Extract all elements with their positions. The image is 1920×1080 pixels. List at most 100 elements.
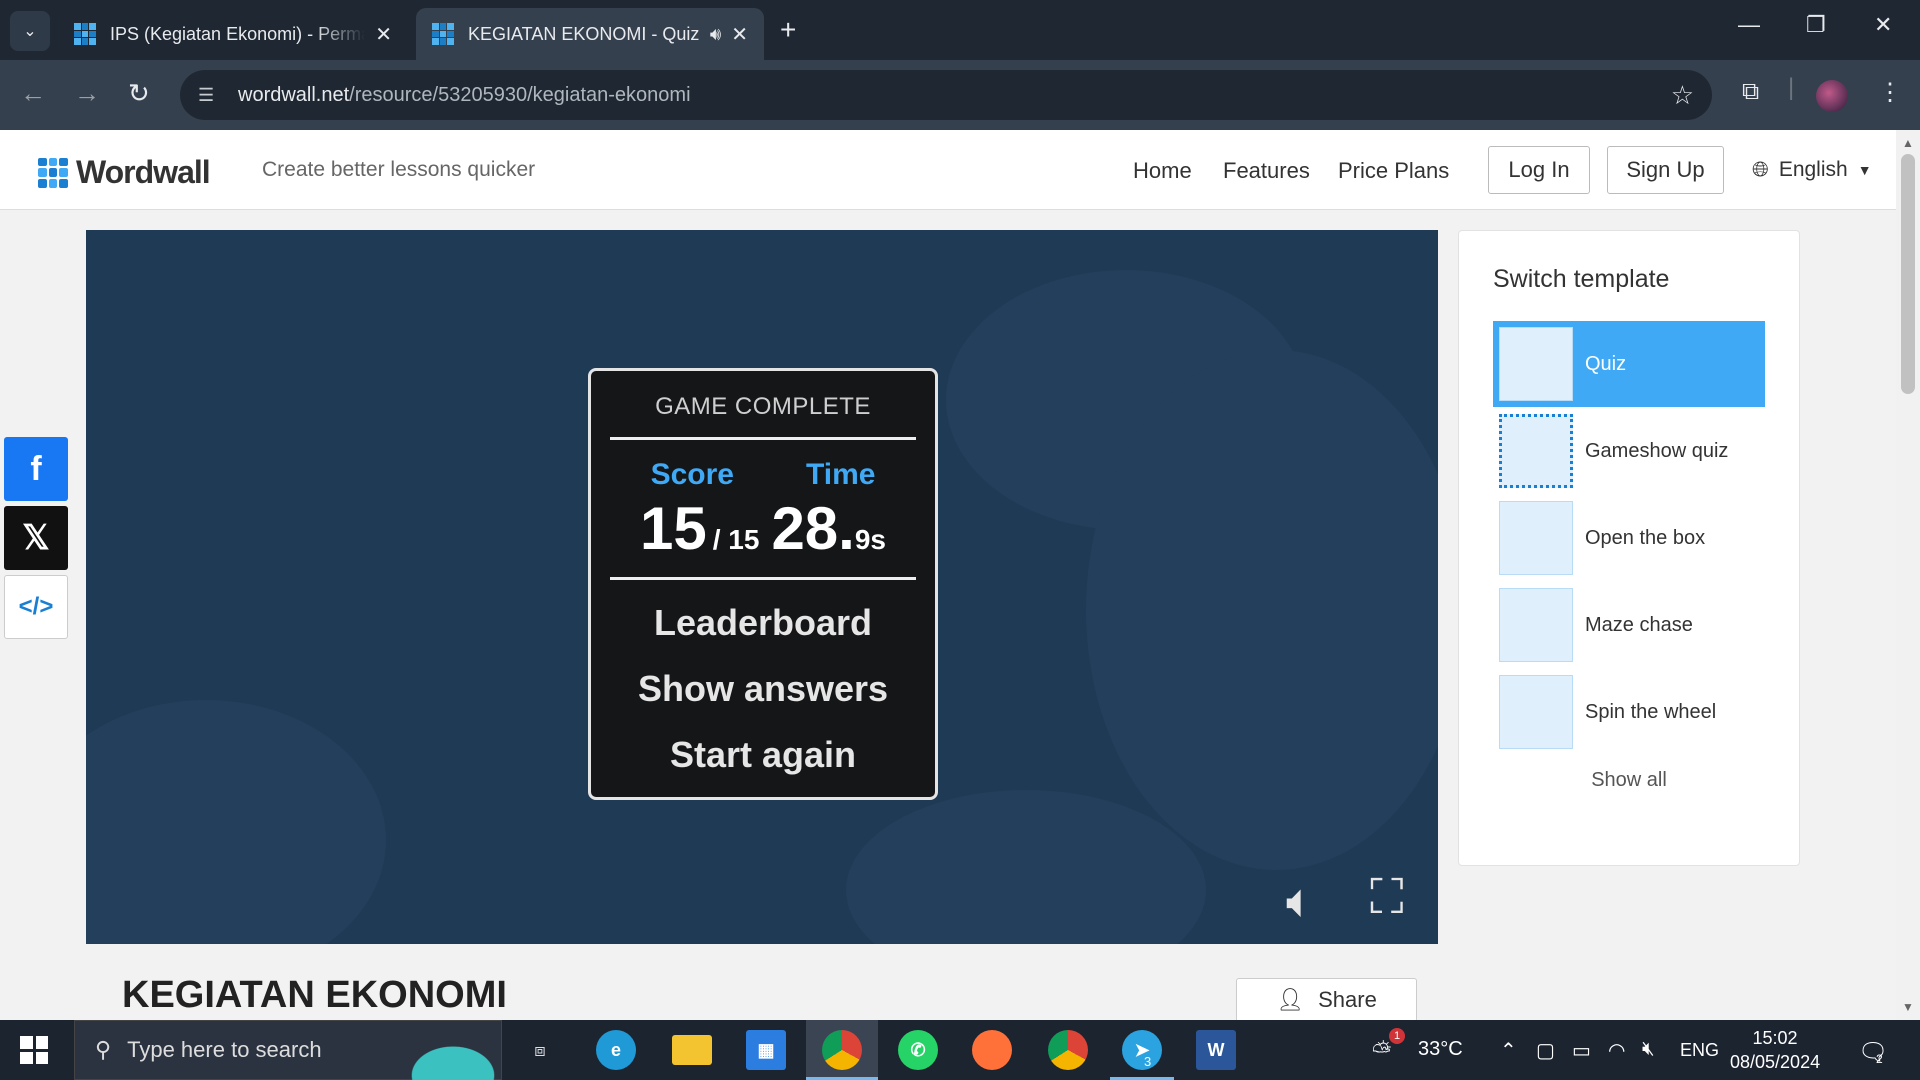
browser-tab-1[interactable]: IPS (Kegiatan Ekonomi) - Perma ✕	[58, 8, 408, 60]
wordwall-logo[interactable]: Wordwall	[38, 154, 211, 191]
close-icon[interactable]: ✕	[731, 22, 748, 47]
search-placeholder: Type here to search	[127, 1037, 322, 1062]
sidebar-title: Switch template	[1493, 265, 1670, 293]
language-label: English	[1778, 158, 1848, 181]
template-maze-chase[interactable]: Maze chase	[1493, 582, 1765, 668]
facebook-icon: f	[30, 449, 42, 488]
browser-tab-2[interactable]: KEGIATAN EKONOMI - Quiz 🔊︎ ✕	[416, 8, 764, 60]
template-quiz[interactable]: Quiz	[1493, 321, 1765, 407]
scroll-up-icon[interactable]: ▲	[1902, 136, 1914, 150]
time-fraction: 9s	[854, 524, 887, 555]
scroll-thumb[interactable]	[1901, 154, 1915, 394]
maze-chase-template-icon	[1499, 588, 1573, 662]
show-all-templates-link[interactable]: Show all	[1459, 769, 1799, 792]
activity-title: KEGIATAN EKONOMI	[122, 974, 507, 1016]
score-value: 15	[639, 495, 707, 562]
file-explorer-icon[interactable]	[672, 1035, 712, 1065]
new-tab-plus-icon[interactable]: +	[780, 14, 796, 46]
divider	[610, 437, 916, 440]
speaker-icon[interactable]: 🔊︎	[710, 24, 721, 45]
url-path: /resource/53205930/kegiatan-ekonomi	[349, 83, 691, 106]
facebook-share-button[interactable]: f	[4, 437, 68, 501]
nav-features[interactable]: Features	[1223, 158, 1310, 184]
nav-price-plans[interactable]: Price Plans	[1338, 158, 1449, 184]
wordwall-favicon-icon	[74, 23, 96, 45]
address-bar[interactable]: ☰ wordwall.net/resource/53205930/kegiata…	[180, 70, 1712, 120]
browser-menu-icon[interactable]: ⋮	[1878, 78, 1902, 107]
input-language[interactable]: ENG	[1680, 1040, 1719, 1061]
weather-icon[interactable]: ⛅︎	[1372, 1038, 1391, 1066]
background-cloud	[86, 700, 386, 944]
fullscreen-icon[interactable]: ⛶	[1370, 870, 1404, 926]
profile-avatar[interactable]	[1816, 80, 1848, 112]
share-label: Share	[1318, 987, 1377, 1012]
search-icon: ⚲	[95, 1037, 112, 1062]
user-share-icon: 👤︎	[1276, 987, 1305, 1012]
chrome-icon[interactable]	[822, 1030, 862, 1070]
clock-time: 15:02	[1752, 1028, 1798, 1048]
tab-title: KEGIATAN EKONOMI - Quiz	[468, 23, 700, 44]
time-value: 28.	[771, 495, 855, 562]
system-clock[interactable]: 15:02 08/05/2024	[1730, 1026, 1820, 1074]
page-scrollbar[interactable]: ▲ ▼	[1896, 130, 1920, 1020]
show-answers-button[interactable]: Show answers	[591, 668, 935, 710]
x-share-button[interactable]: 𝕏	[4, 506, 68, 570]
scroll-down-icon[interactable]: ▼	[1902, 1000, 1914, 1014]
logo-text: Wordwall	[76, 154, 211, 190]
word-icon[interactable]: W	[1196, 1030, 1236, 1070]
template-open-the-box[interactable]: Open the box	[1493, 495, 1765, 581]
spin-the-wheel-template-icon	[1499, 675, 1573, 749]
nav-home[interactable]: Home	[1133, 158, 1192, 184]
tab-search-button[interactable]: ⌄	[10, 11, 50, 51]
start-again-button[interactable]: Start again	[591, 734, 935, 776]
minimize-icon[interactable]: —	[1738, 12, 1760, 38]
telegram-icon[interactable]: ➤	[1122, 1030, 1162, 1070]
notification-badge: 2	[1876, 1052, 1883, 1066]
signup-button[interactable]: Sign Up	[1607, 146, 1724, 194]
show-hidden-icons-icon[interactable]: ⌃	[1500, 1038, 1517, 1063]
game-area[interactable]: GAME COMPLETE Score Time 15 / 15 28. 9s …	[86, 230, 1438, 944]
back-arrow-icon[interactable]: ←	[20, 78, 46, 109]
login-button[interactable]: Log In	[1488, 146, 1590, 194]
windows-taskbar: ⚲ Type here to search ⧈ e ▦ ✆ ➤ 3 W ⛅︎ 1…	[0, 1020, 1920, 1080]
microsoft-store-icon[interactable]: ▦	[746, 1030, 786, 1070]
template-gameshow-quiz[interactable]: Gameshow quiz	[1493, 408, 1765, 494]
battery-icon[interactable]: ▭	[1572, 1038, 1591, 1063]
edge-icon[interactable]: e	[596, 1030, 636, 1070]
close-icon[interactable]: ✕	[375, 22, 392, 47]
windows-start-icon[interactable]	[20, 1036, 48, 1064]
meet-now-icon[interactable]: ▢	[1536, 1038, 1555, 1063]
taskbar-search-box[interactable]: ⚲ Type here to search	[74, 1020, 502, 1080]
search-highlight-image	[381, 1025, 501, 1080]
template-spin-the-wheel[interactable]: Spin the wheel	[1493, 669, 1765, 755]
restore-icon[interactable]: ❐	[1806, 12, 1826, 38]
reload-icon[interactable]: ↻	[128, 78, 150, 109]
bookmark-star-icon[interactable]: ☆	[1671, 80, 1694, 111]
extensions-puzzle-icon[interactable]: ⧉	[1742, 78, 1759, 106]
volume-muted-icon[interactable]: 🔇︎	[1642, 1038, 1655, 1061]
wifi-icon[interactable]: ◠	[1608, 1038, 1625, 1063]
browser-toolbar: ← → ↻ ☰ wordwall.net/resource/53205930/k…	[0, 60, 1920, 130]
url-text: wordwall.net/resource/53205930/kegiatan-…	[238, 84, 691, 107]
quiz-template-icon	[1499, 327, 1573, 401]
temperature[interactable]: 33°C	[1418, 1038, 1463, 1061]
globe-icon: 🌐︎	[1752, 158, 1769, 181]
task-view-icon[interactable]: ⧈	[520, 1030, 560, 1070]
notification-center-icon[interactable]: 🗨︎	[1858, 1038, 1888, 1067]
site-settings-icon[interactable]: ☰	[198, 85, 220, 106]
embed-button[interactable]: </>	[4, 575, 68, 639]
leaderboard-button[interactable]: Leaderboard	[591, 602, 935, 644]
template-label: Open the box	[1585, 526, 1706, 549]
forward-arrow-icon[interactable]: →	[74, 78, 100, 109]
sound-icon[interactable]: 🔈︎	[1286, 874, 1315, 930]
firefox-icon[interactable]	[972, 1030, 1012, 1070]
game-complete-panel: GAME COMPLETE Score Time 15 / 15 28. 9s …	[588, 368, 938, 800]
chevron-down-icon: ⌄	[23, 23, 37, 40]
language-selector[interactable]: 🌐︎ English ▼	[1752, 158, 1872, 182]
chrome-profile-icon[interactable]	[1048, 1030, 1088, 1070]
window-close-icon[interactable]: ✕	[1874, 12, 1892, 38]
score-label: Score	[650, 458, 734, 491]
share-button[interactable]: 👤︎ Share	[1236, 978, 1417, 1022]
background-cloud	[846, 790, 1206, 944]
whatsapp-icon[interactable]: ✆	[898, 1030, 938, 1070]
